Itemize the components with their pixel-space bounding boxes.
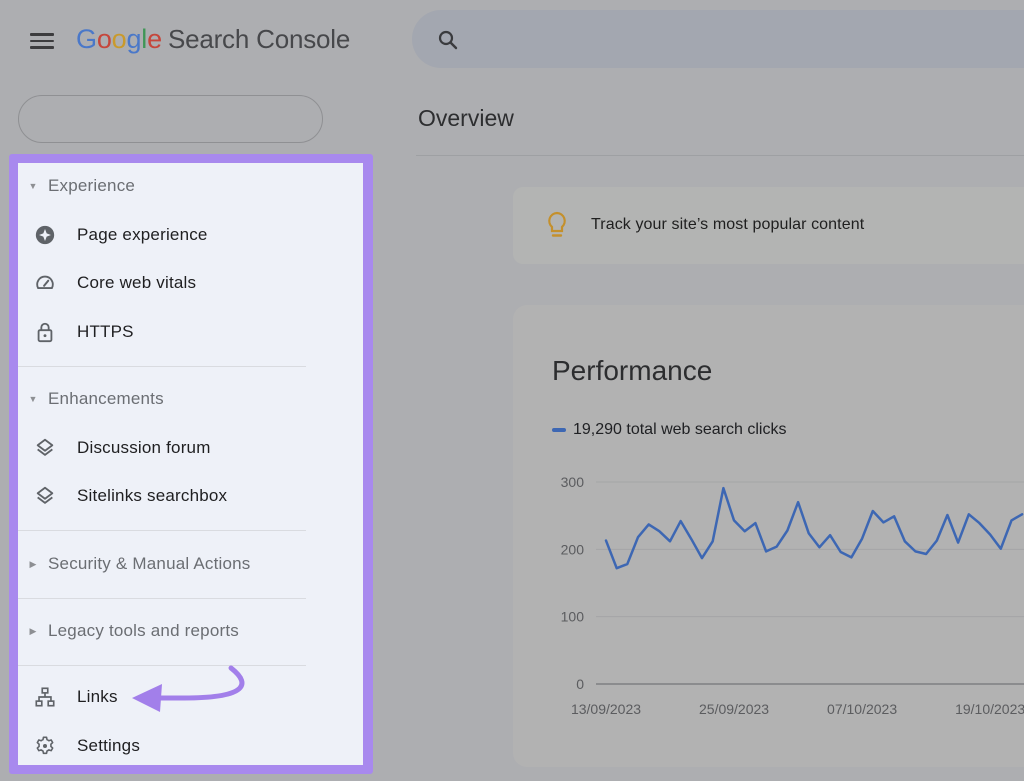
layers-icon: [18, 437, 72, 459]
x-tick-label: 07/10/2023: [827, 701, 897, 717]
performance-title: Performance: [552, 355, 713, 386]
legend-swatch: [552, 428, 566, 432]
nav-label: Links: [77, 687, 118, 706]
logo-letter: o: [96, 24, 112, 54]
nav-label: Page experience: [77, 225, 208, 244]
page-title: Overview: [418, 105, 514, 131]
nav-label: Sitelinks searchbox: [77, 486, 228, 505]
caret-down-icon: ▼: [28, 181, 38, 191]
nav-label: Discussion forum: [77, 438, 211, 457]
divider: [18, 530, 306, 531]
hamburger-menu-button[interactable]: [30, 30, 54, 50]
sidebar-item-sitelinks-searchbox[interactable]: Sitelinks searchbox: [18, 474, 348, 518]
x-tick-label: 13/09/2023: [571, 701, 641, 717]
page-experience-icon: [18, 224, 72, 246]
section-experience[interactable]: ▼ Experience: [18, 166, 318, 206]
speedometer-icon: [18, 272, 72, 294]
hamburger-menu-icon: [30, 33, 54, 36]
tip-text: Track your site’s most popular content: [591, 216, 865, 233]
section-label: Legacy tools and reports: [48, 621, 239, 640]
gear-icon: [18, 735, 72, 757]
y-tick-label: 0: [576, 676, 584, 692]
y-tick-label: 300: [561, 474, 585, 490]
caret-right-icon: ▶: [29, 558, 37, 569]
search-console-app: Google Search Console ▼ Experience Page e…: [0, 0, 1024, 781]
nav-label: Settings: [77, 736, 141, 755]
logo-letter: G: [76, 24, 97, 54]
logo-letter: g: [126, 24, 142, 54]
lock-icon: [18, 321, 72, 343]
sidebar-item-settings[interactable]: Settings: [18, 724, 348, 765]
search-console-logo[interactable]: Google Search Console: [76, 24, 350, 55]
annotation-arrow-icon: [132, 665, 245, 712]
sidebar-item-page-experience[interactable]: Page experience: [18, 213, 348, 257]
section-enhancements[interactable]: ▼ Enhancements: [18, 379, 318, 419]
property-selector[interactable]: [18, 95, 323, 143]
section-label: Enhancements: [48, 389, 164, 408]
caret-right-icon: ▶: [29, 625, 37, 636]
chart-legend[interactable]: 19,290 total web search clicks: [552, 421, 786, 439]
logo-letter: o: [111, 24, 127, 54]
search-icon: [438, 30, 458, 50]
logo-letter: e: [147, 24, 162, 54]
hamburger-line: [30, 46, 54, 49]
divider: [18, 598, 306, 599]
x-tick-label: 25/09/2023: [699, 701, 769, 717]
sidebar-item-discussion-forum[interactable]: Discussion forum: [18, 426, 348, 470]
hamburger-line: [30, 39, 54, 42]
sitemap-icon: [18, 686, 72, 708]
lightbulb-icon: [548, 211, 566, 237]
tip-card[interactable]: Track your site’s most popular content: [513, 187, 1024, 264]
nav-label: Core web vitals: [77, 273, 197, 292]
nav-label: HTTPS: [77, 322, 134, 341]
section-legacy-tools[interactable]: ▶ Legacy tools and reports: [18, 611, 318, 651]
google-wordmark: Google: [76, 24, 162, 54]
search-input[interactable]: [412, 10, 1024, 68]
series-line: [604, 486, 1024, 570]
performance-chart[interactable]: 0 100 200 300 13/09/2023 25/09/2023 07/10/2023…: [540, 460, 1024, 730]
product-name: Search Console: [167, 24, 351, 54]
section-label: Experience: [48, 176, 136, 195]
caret-down-icon: ▼: [28, 394, 38, 404]
x-tick-label: 19/10/2023: [955, 701, 1024, 717]
title-divider: [416, 155, 1024, 156]
section-label: Security & Manual Actions: [48, 554, 251, 573]
section-security-manual-actions[interactable]: ▶ Security & Manual Actions: [18, 544, 318, 584]
divider: [18, 366, 306, 367]
sidebar-item-https[interactable]: HTTPS: [18, 310, 348, 354]
legend-label: 19,290 total web search clicks: [573, 421, 787, 438]
y-tick-label: 200: [561, 541, 585, 557]
layers-icon: [18, 485, 72, 507]
sidebar-item-core-web-vitals[interactable]: Core web vitals: [18, 261, 348, 305]
y-tick-label: 100: [561, 609, 585, 625]
